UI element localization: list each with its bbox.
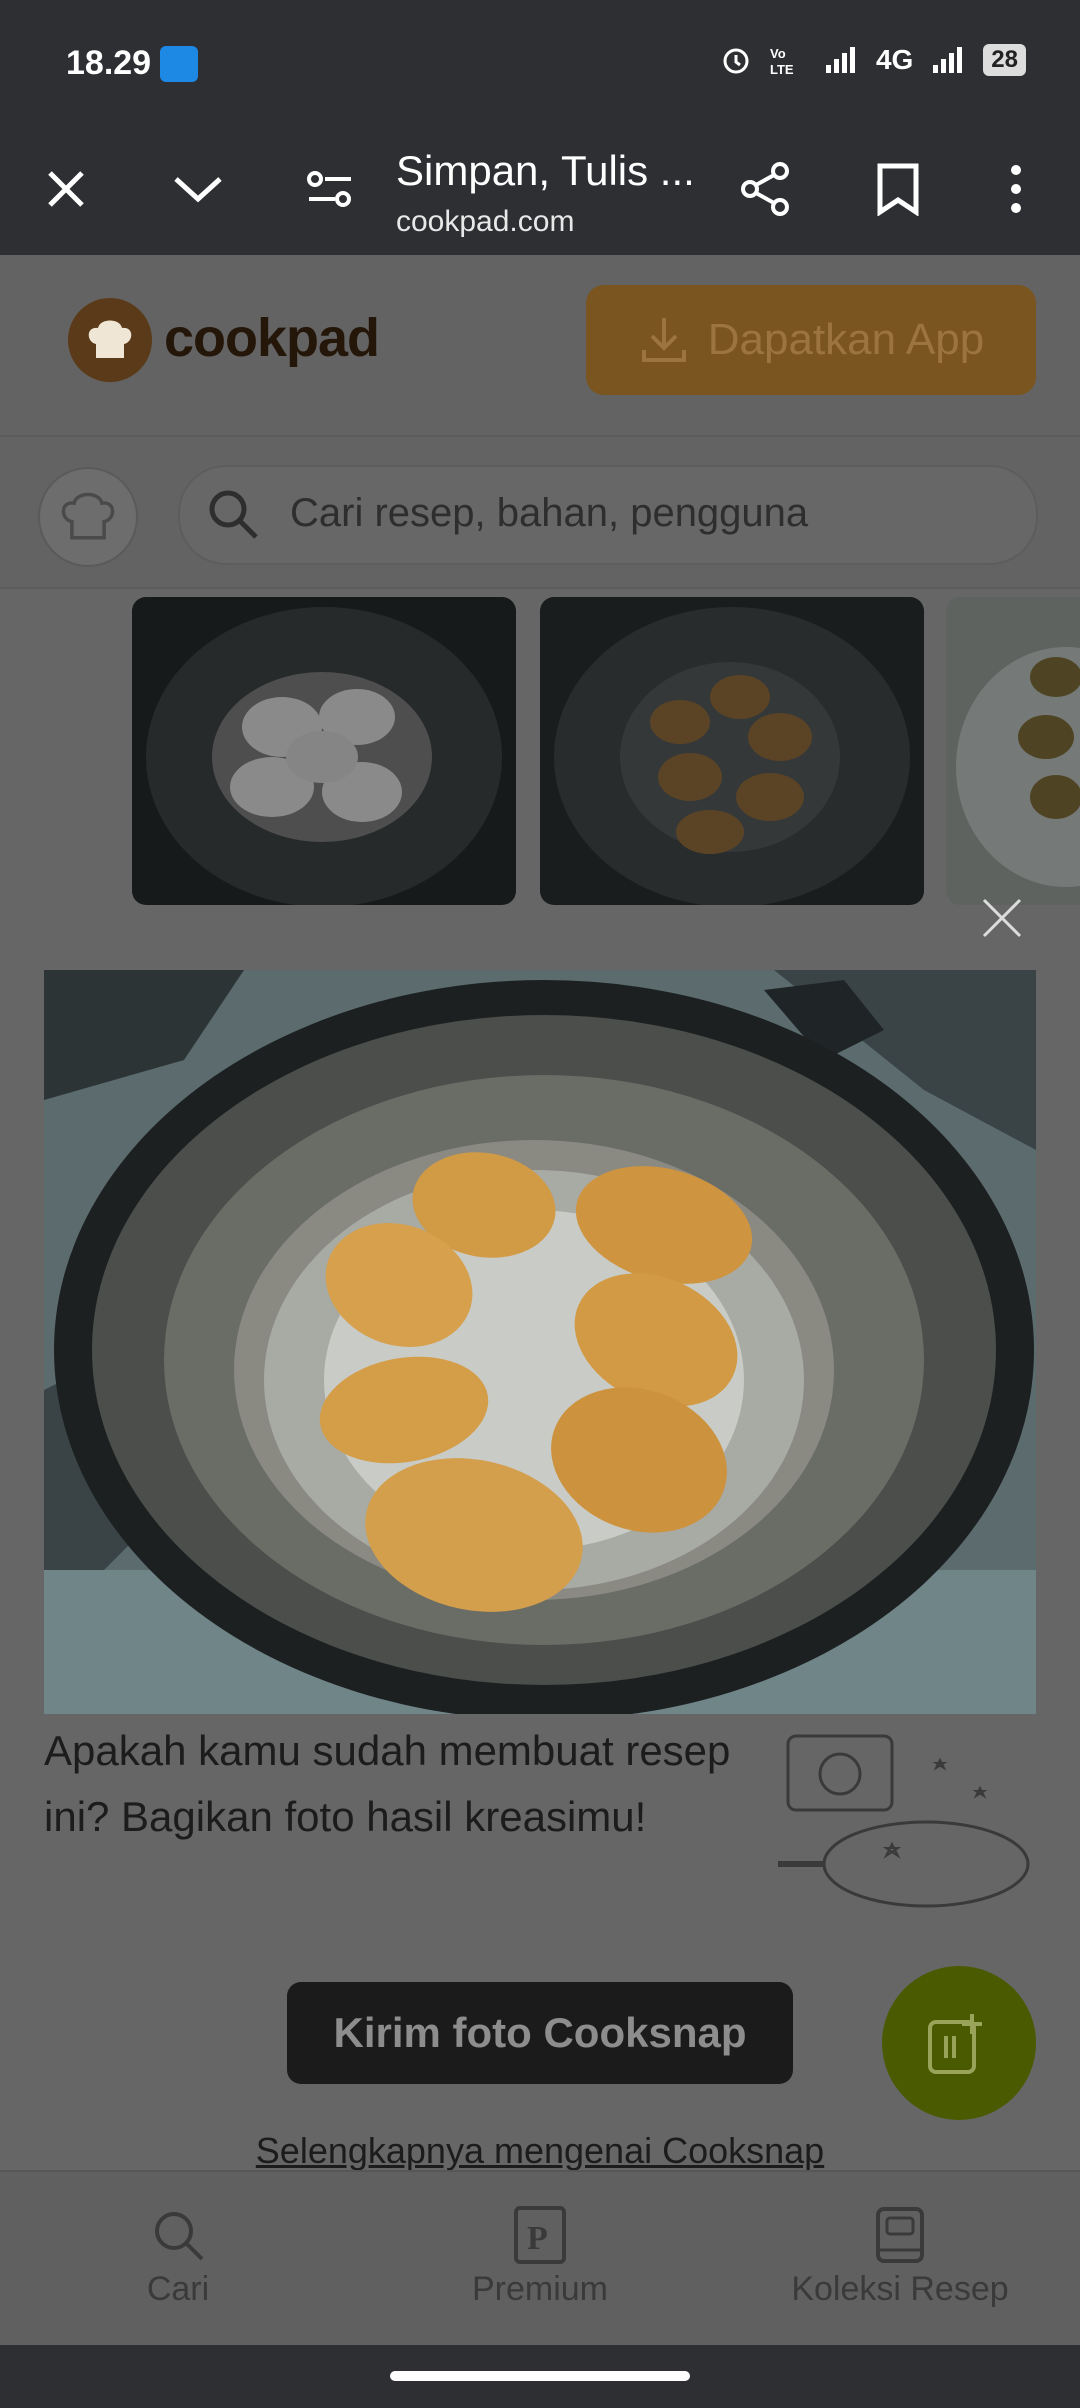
plated-nuggets-photo bbox=[946, 597, 1080, 905]
svg-text:P: P bbox=[527, 2220, 548, 2257]
volte-icon: VoLTE bbox=[770, 46, 794, 76]
search-icon bbox=[155, 2212, 204, 2261]
browser-toolbar: Simpan, Tulis ... cookpad.com bbox=[0, 125, 1080, 255]
user-avatar[interactable] bbox=[38, 467, 138, 567]
camera-pan-illustration bbox=[778, 1734, 1030, 1908]
logo-text: cookpad bbox=[164, 308, 380, 368]
nav-premium[interactable]: P Premium bbox=[390, 2200, 690, 2309]
home-indicator[interactable] bbox=[390, 2371, 690, 2381]
cooksnap-prompt: Apakah kamu sudah membuat resep ini? Bag… bbox=[44, 1727, 731, 1840]
download-app-button[interactable]: Dapatkan App bbox=[586, 285, 1036, 395]
search-input[interactable]: Cari resep, bahan, pengguna bbox=[178, 465, 1038, 565]
more-vert-icon bbox=[1011, 165, 1021, 213]
bottom-navigation: Cari P Premium Koleksi Resep bbox=[0, 2170, 1080, 2347]
signal-icon bbox=[825, 47, 855, 73]
search-placeholder: Cari resep, bahan, pengguna bbox=[290, 491, 809, 535]
share-icon bbox=[741, 162, 789, 216]
frying-dough-photo bbox=[132, 597, 516, 905]
close-modal-button[interactable] bbox=[976, 892, 1028, 944]
download-app-label: Dapatkan App bbox=[707, 315, 985, 364]
minimize-button[interactable] bbox=[162, 153, 234, 225]
nav-search[interactable]: Cari bbox=[28, 2200, 328, 2309]
search-row: Cari resep, bahan, pengguna bbox=[0, 435, 1080, 589]
step-photo-thumbnail[interactable] bbox=[540, 597, 924, 905]
cooksnap-info-link[interactable]: Selengkapnya mengenai Cooksnap bbox=[0, 2130, 1080, 2172]
notification-app-icon bbox=[160, 46, 198, 82]
search-icon bbox=[209, 490, 258, 539]
site-settings-button[interactable] bbox=[294, 153, 366, 225]
more-menu-button[interactable] bbox=[980, 153, 1052, 225]
page-url: cookpad.com bbox=[396, 205, 575, 238]
chef-hat-icon bbox=[88, 320, 132, 358]
close-icon bbox=[48, 171, 84, 207]
gesture-bar bbox=[0, 2345, 1080, 2408]
fried-nuggets-in-wok-photo bbox=[44, 970, 1036, 1714]
nav-collection[interactable]: Koleksi Resep bbox=[750, 2200, 1050, 2309]
chevron-down-icon bbox=[174, 177, 222, 203]
signal-2-icon bbox=[933, 47, 963, 73]
bookmark-icon bbox=[877, 163, 919, 216]
collection-icon bbox=[876, 2207, 924, 2263]
step-photo-thumbnail[interactable] bbox=[946, 597, 1080, 905]
nav-premium-label: Premium bbox=[471, 2270, 609, 2308]
recipe-photo bbox=[44, 970, 1036, 1714]
tune-icon bbox=[307, 171, 351, 207]
cookpad-logo[interactable] bbox=[68, 298, 152, 382]
svg-text:Vo: Vo bbox=[770, 46, 786, 61]
bookmark-button[interactable] bbox=[862, 153, 934, 225]
status-bar: 18.29 Vo LTE 4G 28 bbox=[0, 0, 1080, 125]
download-icon bbox=[641, 318, 686, 362]
share-button[interactable] bbox=[730, 153, 802, 225]
frying-nuggets-photo bbox=[540, 597, 924, 905]
page-title: Simpan, Tulis ... bbox=[396, 147, 695, 194]
close-icon bbox=[982, 898, 1022, 938]
step-photo-thumbnail[interactable] bbox=[132, 597, 516, 905]
premium-icon: P bbox=[514, 2206, 566, 2264]
send-cooksnap-button[interactable]: Kirim foto Cooksnap bbox=[287, 1982, 793, 2084]
nav-collection-label: Koleksi Resep bbox=[791, 2270, 1009, 2308]
status-time: 18.29 bbox=[66, 44, 152, 82]
status-icons: Vo LTE 4G 28 bbox=[720, 44, 1026, 76]
alarm-icon bbox=[723, 48, 749, 74]
close-tab-button[interactable] bbox=[30, 153, 102, 225]
add-recipe-icon bbox=[928, 2014, 982, 2074]
chef-hat-icon bbox=[61, 492, 115, 540]
battery-indicator: 28 bbox=[983, 44, 1026, 76]
svg-text:LTE: LTE bbox=[770, 62, 794, 76]
network-type: 4G bbox=[875, 44, 914, 75]
nav-search-label: Cari bbox=[146, 2270, 210, 2308]
add-recipe-fab[interactable] bbox=[882, 1966, 1036, 2120]
site-header: cookpad Dapatkan App bbox=[0, 255, 1080, 435]
